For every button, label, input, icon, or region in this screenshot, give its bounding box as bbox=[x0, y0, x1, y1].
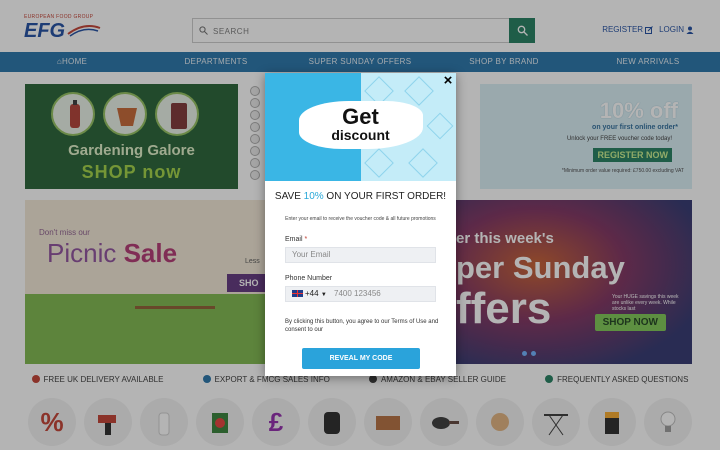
email-placeholder: Your Email bbox=[292, 250, 331, 259]
popup-hero-discount: discount bbox=[331, 127, 390, 143]
phone-placeholder: 7400 123456 bbox=[334, 289, 381, 298]
popup-hero: Get discount × bbox=[265, 73, 456, 181]
phone-country-code: +44 bbox=[305, 289, 319, 298]
headline-post: ON YOUR FIRST ORDER! bbox=[323, 191, 447, 202]
close-button[interactable]: × bbox=[441, 73, 455, 89]
required-marker: * bbox=[304, 236, 308, 243]
chevron-down-icon: ▼ bbox=[320, 292, 327, 298]
country-selector[interactable]: +44 ▼ bbox=[292, 289, 327, 298]
discount-popup: Get discount × SAVE 10% ON YOUR FIRST OR… bbox=[265, 73, 456, 376]
headline-pre: SAVE bbox=[274, 191, 304, 202]
phone-field[interactable]: +44 ▼ 7400 123456 bbox=[285, 286, 436, 302]
popup-headline: SAVE 10% ON YOUR FIRST ORDER! bbox=[265, 191, 456, 202]
phone-label: Phone Number bbox=[285, 275, 333, 282]
terms-text: By clicking this button, you agree to ou… bbox=[285, 319, 439, 333]
headline-percent: 10% bbox=[303, 191, 324, 202]
email-label: Email * bbox=[285, 236, 307, 243]
uk-flag-icon bbox=[292, 290, 303, 298]
email-label-text: Email bbox=[285, 236, 303, 243]
reveal-code-button[interactable]: REVEAL MY CODE bbox=[302, 348, 420, 369]
popup-subtext: Enter your email to receive the voucher … bbox=[285, 216, 436, 222]
email-field[interactable]: Your Email bbox=[285, 247, 436, 263]
